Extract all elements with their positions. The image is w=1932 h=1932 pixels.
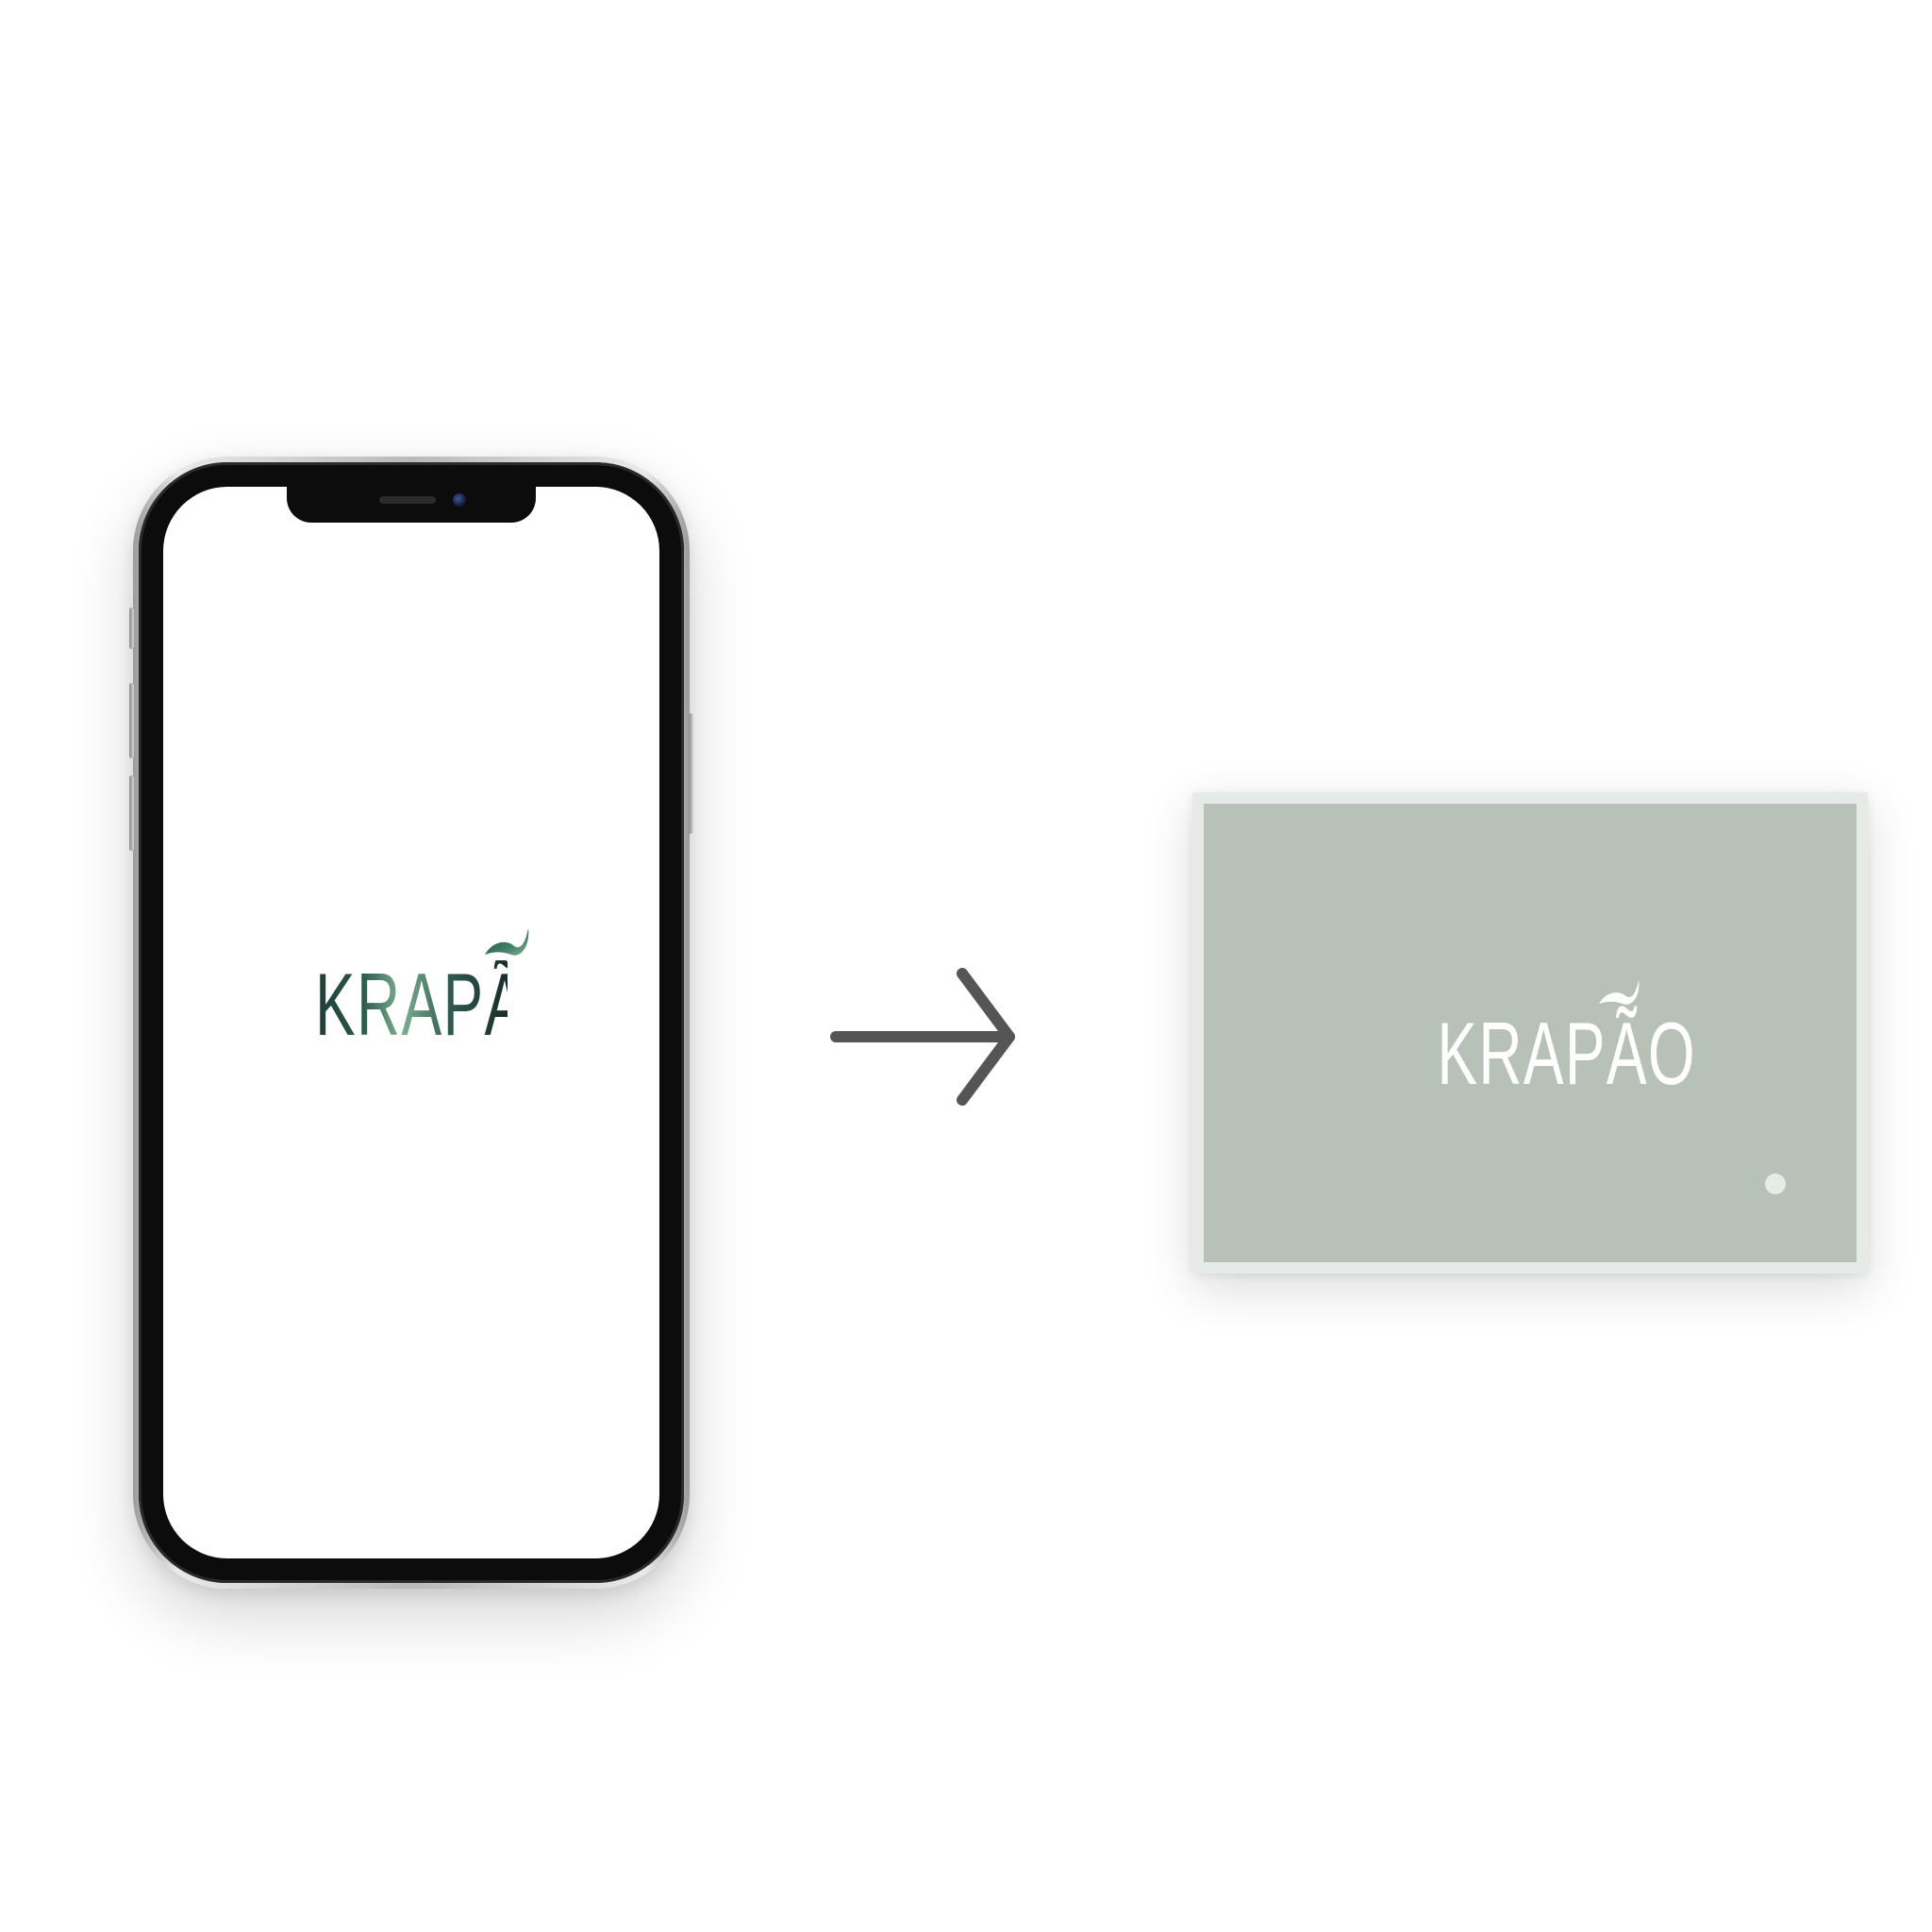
phone-brand-logo: KRAPÃO [270, 926, 575, 1054]
mockup-scene: KRAPÃO KRAPÃO [0, 0, 1932, 1932]
phone-device: KRAPÃO [129, 457, 693, 1589]
arrow-right-icon [830, 968, 1015, 1106]
business-card: KRAPÃO [1192, 792, 1868, 1274]
phone-power-button [689, 713, 693, 834]
card-face: KRAPÃO [1204, 804, 1857, 1262]
card-dot [1765, 1174, 1786, 1194]
phone-notch [287, 487, 536, 523]
speaker-icon [379, 496, 436, 504]
card-brand-logo: KRAPÃO [1393, 977, 1696, 1103]
phone-volume-down-button [129, 775, 134, 851]
phone-bezel: KRAPÃO [139, 462, 684, 1583]
camera-icon [453, 493, 466, 507]
card-brand-name: KRAPÃO [1437, 1004, 1696, 1103]
phone-brand-name: KRAPÃO [315, 955, 575, 1054]
phone-mute-switch [129, 608, 134, 649]
phone-screen: KRAPÃO [163, 487, 659, 1558]
phone-volume-up-button [129, 683, 134, 758]
